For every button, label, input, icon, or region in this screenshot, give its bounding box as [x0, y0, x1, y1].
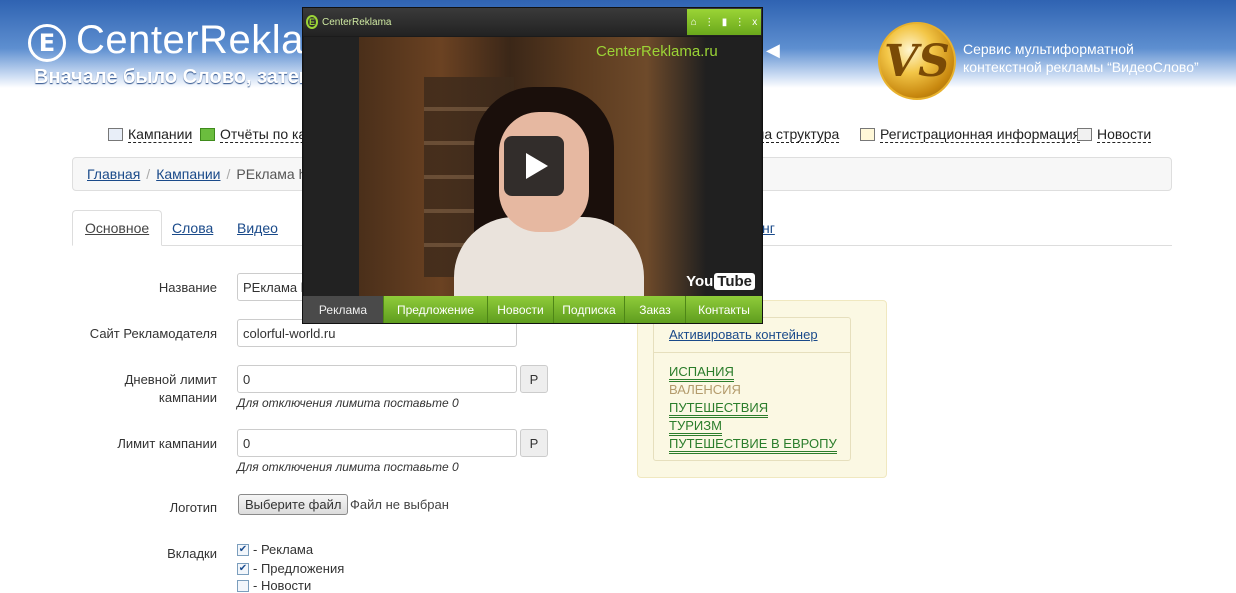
service-description: Сервис мультиформатной контекстной рекла…: [963, 40, 1199, 76]
choose-file-button[interactable]: Выберите файл: [238, 494, 349, 515]
activate-container-link[interactable]: Активировать контейнер: [669, 327, 818, 342]
nav-link-campaigns[interactable]: Кампании: [128, 126, 193, 143]
keywords-divider: [654, 352, 850, 353]
checkbox-ads[interactable]: ✔: [237, 543, 249, 556]
tab-main-label[interactable]: Основное: [85, 220, 149, 236]
player-controls: ⌂ ⋮ ▮ ⋮ x: [687, 9, 761, 35]
checkbox-offers[interactable]: ✔: [237, 562, 249, 575]
name-label: Название: [158, 280, 217, 295]
file-status: Файл не выбран: [350, 497, 449, 512]
player-menu-ads[interactable]: Реклама: [303, 296, 384, 323]
currency-addon: Р: [520, 429, 548, 457]
keyword-link[interactable]: ПУТЕШЕСТВИЕ В ЕВРОПУ: [669, 437, 837, 454]
nav-link-news[interactable]: Новости: [1097, 126, 1152, 143]
edit-icon: [860, 128, 875, 141]
tab-partial-label[interactable]: нг: [762, 220, 775, 236]
service-text-line1: Сервис мультиформатной: [963, 41, 1134, 57]
checkbox-label: - Предложения: [253, 561, 345, 576]
player-menu: Реклама Предложение Новости Подписка Зак…: [303, 296, 762, 323]
tab-video-label[interactable]: Видео: [237, 220, 278, 236]
video-player[interactable]: E CenterReklama ⌂ ⋮ ▮ ⋮ x CenterReklama.…: [302, 7, 763, 324]
play-icon: [525, 153, 548, 179]
campaign-limit-input[interactable]: 0: [237, 429, 517, 457]
player-menu-contacts[interactable]: Контакты: [686, 296, 762, 323]
separator-icon: ⋮: [734, 16, 745, 28]
youtube-you: You: [686, 273, 714, 290]
news-icon: [1077, 128, 1092, 141]
player-menu-order[interactable]: Заказ: [625, 296, 686, 323]
stats-icon[interactable]: ▮: [722, 17, 728, 28]
daily-limit-label: Дневной лимит кампании: [124, 372, 217, 405]
home-icon[interactable]: ⌂: [691, 17, 697, 28]
checkbox-label: - Реклама: [253, 542, 314, 557]
keyword-link[interactable]: ПУТЕШЕСТВИЯ: [669, 401, 769, 418]
checkbox-row[interactable]: ✔ - Реклама: [237, 542, 313, 557]
player-menu-subscribe[interactable]: Подписка: [554, 296, 625, 323]
videoslovo-logo: VS: [878, 22, 956, 100]
currency-addon: Р: [520, 365, 548, 393]
tabs-label: Вкладки: [167, 546, 217, 561]
keywords-container: Активировать контейнер ИСПАНИЯ ВАЛЕНСИЯ …: [653, 317, 851, 461]
campaign-limit-label: Лимит кампании: [117, 436, 217, 451]
site-label: Сайт Рекламодателя: [89, 326, 217, 341]
tab-words-label[interactable]: Слова: [172, 220, 213, 236]
youtube-logo[interactable]: You Tube: [686, 273, 755, 290]
video-watermark: CenterReklama.ru: [596, 43, 718, 60]
keyword-link[interactable]: ВАЛЕНСИЯ: [669, 383, 741, 397]
arrow-icon: ◀: [766, 40, 780, 60]
breadcrumb-separator: /: [226, 166, 231, 182]
daily-limit-input[interactable]: 0: [237, 365, 517, 393]
daily-limit-hint: Для отключения лимита поставьте 0: [237, 396, 459, 410]
play-button[interactable]: [504, 136, 564, 196]
breadcrumb-home[interactable]: Главная: [87, 166, 140, 182]
keyword-link[interactable]: ТУРИЗМ: [669, 419, 722, 436]
breadcrumb-separator: /: [146, 166, 151, 182]
keywords-panel: Активировать контейнер ИСПАНИЯ ВАЛЕНСИЯ …: [637, 300, 887, 478]
campaign-limit-hint: Для отключения лимита поставьте 0: [237, 460, 459, 474]
player-logo-icon: E: [306, 15, 318, 29]
player-menu-news[interactable]: Новости: [488, 296, 554, 323]
nav-item-registration[interactable]: Регистрационная информация: [860, 126, 1081, 143]
logo-label: Логотип: [169, 500, 217, 515]
nav-item-campaigns[interactable]: Кампании: [108, 126, 193, 143]
player-title: CenterReklama: [322, 16, 392, 28]
monitor-icon: [108, 128, 123, 141]
tab-video[interactable]: Видео: [225, 210, 290, 246]
video-frame[interactable]: CenterReklama.ru You Tube: [304, 37, 761, 296]
player-menu-offer[interactable]: Предложение: [384, 296, 488, 323]
checkbox-row[interactable]: ✔ - Предложения: [237, 561, 344, 576]
tab-main[interactable]: Основное: [72, 210, 163, 246]
service-text-line2: контекстной рекламы “ВидеоСлово”: [963, 59, 1199, 75]
player-titlebar: E CenterReklama ⌂ ⋮ ▮ ⋮ x: [303, 8, 762, 36]
tab-words[interactable]: Слова: [160, 210, 225, 246]
close-icon[interactable]: x: [752, 17, 757, 28]
chart-icon: [200, 128, 215, 141]
logo-icon[interactable]: E: [28, 24, 66, 62]
separator-icon: ⋮: [704, 16, 715, 28]
nav-item-news[interactable]: Новости: [1077, 126, 1152, 143]
breadcrumb-campaigns[interactable]: Кампании: [156, 166, 220, 182]
nav-link-registration[interactable]: Регистрационная информация: [880, 126, 1081, 143]
keyword-link[interactable]: ИСПАНИЯ: [669, 365, 734, 382]
youtube-tube: Tube: [714, 273, 755, 290]
